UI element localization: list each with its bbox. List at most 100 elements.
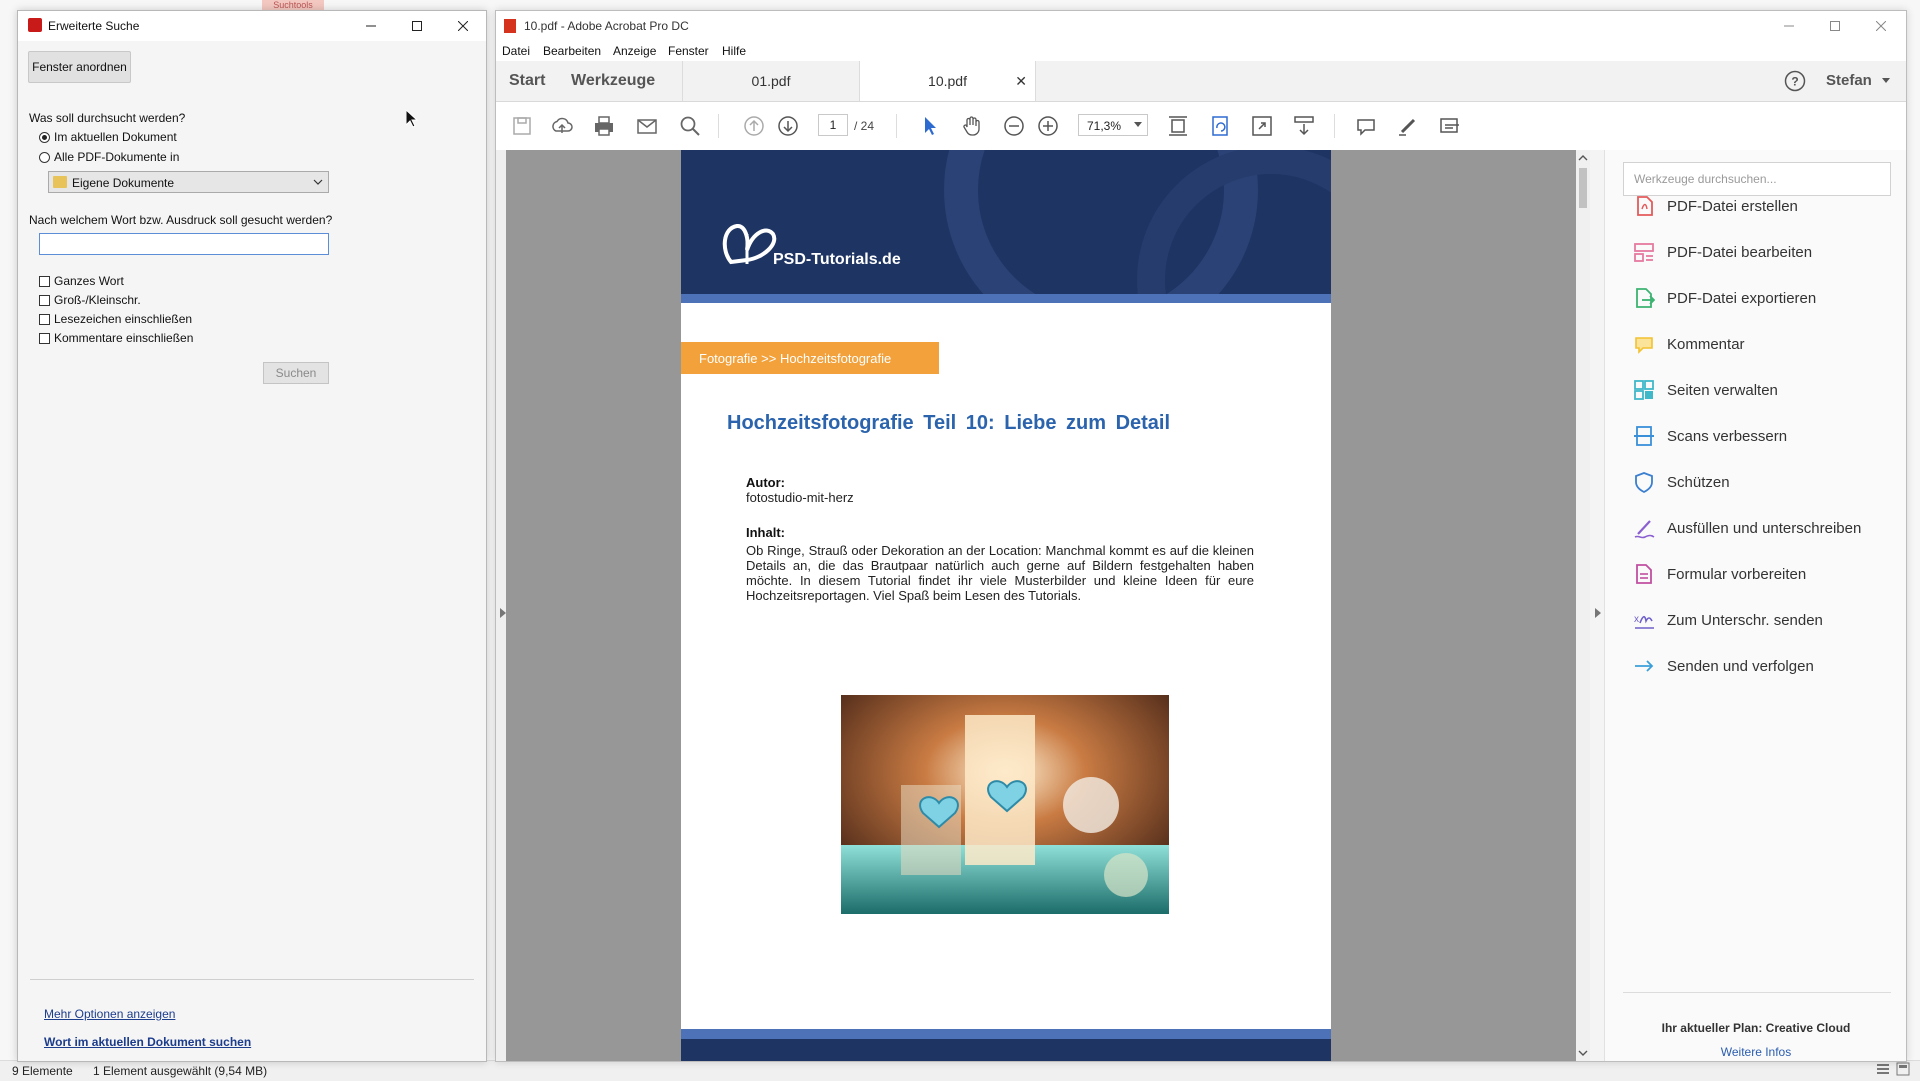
hand-tool-icon[interactable] xyxy=(960,114,984,138)
send-track-icon xyxy=(1635,660,1654,672)
menu-anzeige[interactable]: Anzeige xyxy=(613,44,656,58)
search-word-link[interactable]: Wort im aktuellen Dokument suchen xyxy=(44,1035,251,1049)
checkbox-whole-word[interactable]: Ganzes Wort xyxy=(39,274,124,288)
doc-tab-01[interactable]: 01.pdf xyxy=(682,61,859,101)
minimize-button[interactable] xyxy=(1766,11,1812,41)
fit-page-icon[interactable] xyxy=(1166,114,1190,138)
user-menu[interactable]: Stefan xyxy=(1826,72,1891,89)
tool-enhance-scans[interactable]: Scans verbessern xyxy=(1633,422,1787,450)
left-panel-handle[interactable] xyxy=(496,150,506,1061)
maximize-button[interactable] xyxy=(1812,11,1858,41)
expand-right-icon[interactable] xyxy=(1593,607,1603,619)
tool-label: PDF-Datei exportieren xyxy=(1667,289,1817,307)
scroll-up-icon[interactable] xyxy=(1576,152,1590,164)
tools-pane: PDF-Datei erstellen PDF-Datei bearbeiten… xyxy=(1604,150,1906,1061)
tool-send-track[interactable]: Senden und verfolgen xyxy=(1633,652,1814,680)
pdf-page: PSD-Tutorials.de Fotografie >> Hochzeits… xyxy=(681,150,1331,1061)
fill-sign-toolbar-icon[interactable] xyxy=(1438,114,1462,138)
maximize-button[interactable] xyxy=(394,11,440,41)
select-cursor-icon[interactable] xyxy=(918,114,942,138)
help-icon[interactable]: ? xyxy=(1784,70,1806,92)
tool-create-pdf[interactable]: PDF-Datei erstellen xyxy=(1633,192,1798,220)
chevron-down-icon[interactable] xyxy=(313,178,323,186)
search-window-titlebar[interactable]: Erweiterte Suche xyxy=(18,11,486,41)
menu-datei[interactable]: Datei xyxy=(502,44,530,58)
next-page-icon[interactable] xyxy=(776,114,800,138)
plan-info: Ihr aktueller Plan: Creative Cloud xyxy=(1661,1021,1851,1035)
details-view-icon[interactable] xyxy=(1876,1062,1890,1076)
vertical-scrollbar[interactable] xyxy=(1576,150,1590,1061)
zoom-out-icon[interactable] xyxy=(1002,114,1026,138)
checkbox-box[interactable] xyxy=(39,275,50,287)
tool-edit-pdf[interactable]: PDF-Datei bearbeiten xyxy=(1633,238,1812,266)
checkbox-box[interactable] xyxy=(39,313,50,325)
tool-export-pdf[interactable]: PDF-Datei exportieren xyxy=(1633,284,1816,312)
location-dropdown[interactable]: Eigene Dokumente xyxy=(48,171,329,193)
tool-organize-pages[interactable]: Seiten verwalten xyxy=(1633,376,1778,404)
tools-search-input[interactable] xyxy=(1623,162,1891,196)
more-info-link[interactable]: Weitere Infos xyxy=(1605,1045,1906,1059)
checkbox-box[interactable] xyxy=(39,294,50,306)
tool-comment[interactable]: Kommentar xyxy=(1633,330,1745,358)
menu-fenster[interactable]: Fenster xyxy=(668,44,709,58)
menu-bearbeiten[interactable]: Bearbeiten xyxy=(543,44,601,58)
checkbox-include-bookmarks[interactable]: Lesezeichen einschließen xyxy=(39,312,192,326)
checkbox-box[interactable] xyxy=(39,332,50,344)
tiles-view-icon[interactable] xyxy=(1896,1062,1910,1076)
radio-all-pdfs[interactable]: Alle PDF-Dokumente in xyxy=(39,150,179,164)
close-button[interactable] xyxy=(440,11,486,41)
zoom-in-icon[interactable] xyxy=(1036,114,1060,138)
toolbar-separator xyxy=(896,114,897,138)
rotate-view-icon[interactable] xyxy=(1208,114,1232,138)
svg-text:?: ? xyxy=(1791,75,1798,89)
pdf-header-banner: PSD-Tutorials.de xyxy=(681,150,1331,294)
radio-current-document[interactable]: Im aktuellen Dokument xyxy=(39,130,177,144)
tool-send-for-signature[interactable]: x Zum Unterschr. senden xyxy=(1633,606,1823,634)
acrobat-window: 10.pdf - Adobe Acrobat Pro DC Datei Bear… xyxy=(495,10,1907,1062)
arrange-windows-button[interactable]: Fenster anordnen xyxy=(28,51,131,83)
page-number-input[interactable]: 1 xyxy=(818,114,848,136)
cloud-upload-icon[interactable] xyxy=(550,114,574,138)
explorer-search-tools-tab[interactable]: Suchtools xyxy=(262,0,324,10)
acrobat-titlebar[interactable]: 10.pdf - Adobe Acrobat Pro DC xyxy=(496,11,1906,41)
scroll-thumb[interactable] xyxy=(1579,168,1587,208)
search-icon[interactable] xyxy=(678,114,702,138)
more-options-link[interactable]: Mehr Optionen anzeigen xyxy=(44,1007,175,1021)
author-label: Autor: xyxy=(746,475,785,490)
right-panel-handle[interactable] xyxy=(1590,150,1604,1061)
checkbox-label: Lesezeichen einschließen xyxy=(54,312,193,326)
zoom-dropdown[interactable]: 71,3% xyxy=(1078,114,1148,136)
full-screen-icon[interactable] xyxy=(1250,114,1274,138)
email-icon[interactable] xyxy=(635,114,659,138)
tool-prepare-form[interactable]: Formular vorbereiten xyxy=(1633,560,1806,588)
checkbox-include-comments[interactable]: Kommentare einschließen xyxy=(39,331,193,345)
comment-icon[interactable] xyxy=(1354,114,1378,138)
tab-start[interactable]: Start xyxy=(509,72,545,90)
protect-icon xyxy=(1635,472,1653,493)
close-button[interactable] xyxy=(1858,11,1904,41)
radio-selected-indicator[interactable] xyxy=(39,131,50,143)
search-term-input[interactable] xyxy=(39,233,329,255)
checkbox-case-sensitive[interactable]: Groß-/Kleinschr. xyxy=(39,293,141,307)
previous-page-icon[interactable] xyxy=(742,114,766,138)
print-icon[interactable] xyxy=(592,114,616,138)
menu-hilfe[interactable]: Hilfe xyxy=(722,44,746,58)
checkbox-label: Groß-/Kleinschr. xyxy=(54,293,141,307)
document-viewport[interactable]: PSD-Tutorials.de Fotografie >> Hochzeits… xyxy=(506,150,1576,1061)
save-icon[interactable] xyxy=(510,114,534,138)
tool-protect[interactable]: Schützen xyxy=(1633,468,1730,496)
radio-indicator[interactable] xyxy=(39,151,50,163)
highlight-pen-icon[interactable] xyxy=(1396,114,1420,138)
doc-tab-10[interactable]: 10.pdf ✕ xyxy=(859,61,1036,101)
scroll-mode-icon[interactable] xyxy=(1292,114,1316,138)
tool-label: Schützen xyxy=(1667,473,1730,491)
radio-current-label: Im aktuellen Dokument xyxy=(54,130,177,144)
explorer-status-bar: 9 Elemente 1 Element ausgewählt (9,54 MB… xyxy=(0,1060,1920,1081)
tool-fill-sign[interactable]: Ausfüllen und unterschreiben xyxy=(1633,514,1861,542)
tab-werkzeuge[interactable]: Werkzeuge xyxy=(571,72,655,90)
close-tab-icon[interactable]: ✕ xyxy=(1015,73,1027,90)
content-paragraph: Ob Ringe, Strauß oder Dekoration an der … xyxy=(746,543,1254,603)
scroll-down-icon[interactable] xyxy=(1576,1047,1590,1059)
minimize-button[interactable] xyxy=(348,11,394,41)
search-button[interactable]: Suchen xyxy=(263,362,329,384)
